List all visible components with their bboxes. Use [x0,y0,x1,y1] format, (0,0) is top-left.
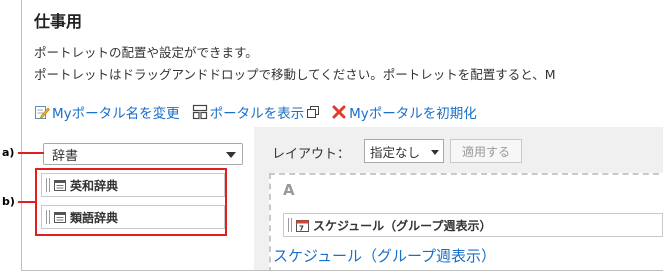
external-window-icon [307,106,320,118]
callout-a-label: a) [2,146,15,159]
layout-select[interactable]: 指定なし [364,139,444,163]
portal-layout-area: レイアウト： 指定なし 適用する A 7 スケジュール（グループ週表示） スケジ… [254,127,663,270]
layout-label: レイアウト： [272,147,351,162]
show-portal-label: ポータルを表示 [209,106,305,122]
action-bar: Myポータル名を変更 ポータルを表示 Myポータルを初期化 [34,102,477,122]
portlet-category-value: 辞書 [52,148,79,164]
callout-b-line [18,201,35,203]
drag-handle-icon[interactable] [288,218,293,232]
portal-layout-icon [192,104,208,120]
reset-x-icon [331,104,347,120]
rename-portal-link[interactable]: Myポータル名を変更 [34,102,180,122]
description-line-1: ポートレットの配置や設定ができます。 [34,45,258,60]
chevron-down-icon [431,150,439,155]
layout-select-value: 指定なし [370,144,421,160]
page-title: 仕事用 [34,12,83,31]
description-line-2: ポートレットはドラッグアンドドロップで移動してください。ポートレットを配置すると… [34,67,556,82]
show-portal-link[interactable]: ポータルを表示 [192,102,320,122]
callout-b-box [35,168,227,236]
apply-button[interactable]: 適用する [450,139,522,163]
callout-b-label: b) [2,195,15,208]
schedule-portlet-title: スケジュール（グループ週表示） [313,218,492,233]
schedule-portlet-link[interactable]: スケジュール（グループ週表示） [273,245,496,266]
layout-area-a: A 7 スケジュール（グループ週表示） スケジュール（グループ週表示） [269,173,663,270]
portlet-category-select[interactable]: 辞書 [43,143,243,165]
area-a-label: A [283,181,295,199]
edit-icon [34,104,50,120]
schedule-portlet-header[interactable]: 7 スケジュール（グループ週表示） [283,213,663,237]
rename-portal-label: Myポータル名を変更 [52,106,180,122]
svg-text:7: 7 [299,224,304,232]
reset-portal-link[interactable]: Myポータルを初期化 [331,102,477,122]
reset-portal-label: Myポータルを初期化 [349,106,477,122]
callout-a-line [18,152,44,154]
chevron-down-icon [226,152,236,158]
calendar-icon: 7 [296,219,309,232]
